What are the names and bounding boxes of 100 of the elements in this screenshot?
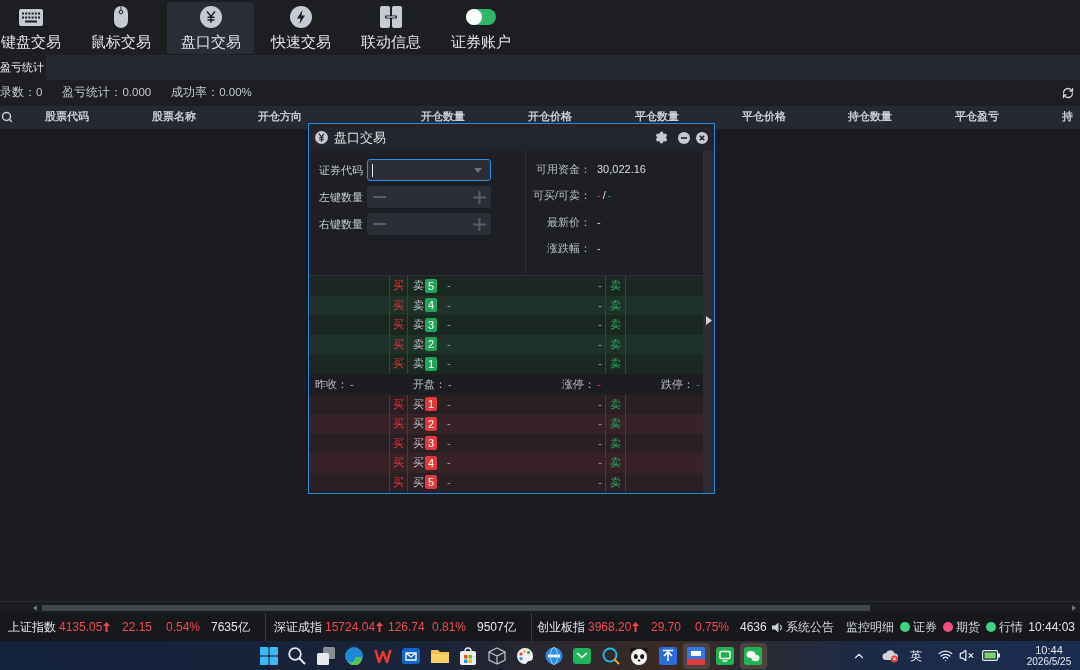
sell-button[interactable]: 卖 xyxy=(610,279,621,293)
chevron-tile-icon xyxy=(573,646,591,665)
buy-button[interactable]: 买 xyxy=(393,417,404,431)
column-header: 开仓价格 xyxy=(527,110,573,123)
account-label: 可买/可卖： xyxy=(532,189,591,203)
sell-button[interactable]: 卖 xyxy=(610,337,621,351)
order-level-badge: 3 xyxy=(425,317,437,332)
buy-button[interactable]: 买 xyxy=(393,357,404,371)
buy-button[interactable]: 买 xyxy=(393,298,404,312)
wifi-icon[interactable] xyxy=(938,648,953,663)
quote-value: - xyxy=(350,377,354,391)
plus-icon xyxy=(472,190,486,204)
buy-button[interactable]: 买 xyxy=(393,456,404,470)
scrollbar-thumb[interactable] xyxy=(42,604,870,611)
column-header: 开仓方向 xyxy=(257,110,303,123)
search-icon[interactable] xyxy=(1,110,13,123)
index-turnover: 7635亿 xyxy=(211,620,251,634)
order-level-badge: 3 xyxy=(425,436,437,451)
minimize-icon[interactable] xyxy=(678,131,690,144)
order-side-label: 买 xyxy=(413,436,424,450)
panda-icon xyxy=(630,646,648,665)
column-header: 开仓数量 xyxy=(420,110,466,123)
order-value: - xyxy=(598,475,602,489)
quote-label: 昨收： xyxy=(315,377,348,391)
minus-icon xyxy=(372,223,386,225)
order-level-badge: 2 xyxy=(425,337,437,352)
sell-button[interactable]: 卖 xyxy=(610,318,621,332)
order-side-label: 买 xyxy=(413,456,424,470)
field-label: 证券代码 xyxy=(319,163,364,177)
input-method-indicator[interactable]: 英 xyxy=(910,646,922,665)
settings-icon[interactable] xyxy=(655,131,668,144)
left-arrow-icon[interactable] xyxy=(33,604,37,611)
order-value: - xyxy=(447,357,451,371)
battery-icon[interactable] xyxy=(982,650,1000,661)
dialog-title: 盘口交易 xyxy=(334,128,386,147)
vertical-scrollbar[interactable] xyxy=(703,151,714,493)
plus-icon xyxy=(472,217,486,231)
buy-button[interactable]: 买 xyxy=(393,436,404,450)
horizontal-scrollbar[interactable] xyxy=(0,601,1080,613)
order-value: - xyxy=(447,337,451,351)
right-arrow-icon[interactable] xyxy=(1072,604,1076,611)
envelope-tile-icon xyxy=(402,646,420,665)
taskbar-app-button[interactable] xyxy=(682,642,710,669)
yen-icon xyxy=(199,6,222,28)
sell-button[interactable]: 卖 xyxy=(610,456,621,470)
order-level-badge: 2 xyxy=(425,416,437,431)
taskbar-date: 2026/5/25 xyxy=(1026,655,1072,668)
order-side-label: 卖 xyxy=(413,318,424,332)
cloud-x-icon[interactable] xyxy=(882,648,899,663)
sell-button[interactable]: 卖 xyxy=(610,397,621,411)
toolbar-tab[interactable]: 鼠标交易 xyxy=(77,2,164,54)
notice-link[interactable]: 系统公告 xyxy=(785,620,834,634)
quote-value: - xyxy=(696,377,700,391)
index-value: 4135.05 xyxy=(59,620,103,634)
order-value: - xyxy=(598,318,602,332)
index-value: 3968.20 xyxy=(588,620,632,634)
column-header: 持仓数量 xyxy=(847,110,893,123)
buy-button[interactable]: 买 xyxy=(393,279,404,293)
toolbar-tab[interactable]: 键盘交易 xyxy=(0,2,74,54)
toolbar-tab[interactable]: 盘口交易 xyxy=(167,2,254,54)
status-clock: 10:44:03 xyxy=(1028,620,1076,634)
close-icon[interactable] xyxy=(696,131,708,144)
summary-stat: 成功率：0.00% xyxy=(171,85,252,101)
tab[interactable]: 盈亏统计 xyxy=(0,55,46,80)
order-value: - xyxy=(598,436,602,450)
buy-button[interactable]: 买 xyxy=(393,337,404,351)
order-level-badge: 1 xyxy=(425,397,437,412)
linked-panels-icon xyxy=(379,6,402,28)
lightning-icon xyxy=(289,6,312,28)
right-triangle-icon[interactable] xyxy=(705,316,712,325)
sell-button[interactable]: 卖 xyxy=(610,298,621,312)
sell-button[interactable]: 卖 xyxy=(610,475,621,489)
buy-button[interactable]: 买 xyxy=(393,475,404,489)
sell-button[interactable]: 卖 xyxy=(610,357,621,371)
keyboard-icon xyxy=(18,8,43,26)
buy-button[interactable]: 买 xyxy=(393,318,404,332)
column-header: 股票名称 xyxy=(151,110,197,123)
order-value: - xyxy=(447,318,451,332)
index-change: 29.70 xyxy=(651,620,683,634)
sellable-value: - xyxy=(607,189,612,203)
security-code-combobox[interactable] xyxy=(367,159,491,181)
refresh-icon[interactable] xyxy=(1062,87,1074,99)
monitor-link[interactable]: 监控明细 xyxy=(845,620,894,634)
up-arrow-icon xyxy=(632,622,640,632)
sell-button[interactable]: 卖 xyxy=(610,436,621,450)
toolbar-tab[interactable]: 联动信息 xyxy=(347,2,434,54)
buy-button[interactable]: 买 xyxy=(393,397,404,411)
order-value: - xyxy=(598,456,602,470)
taskbar-app-button[interactable] xyxy=(739,642,767,669)
order-value: - xyxy=(447,397,451,411)
speaker-muted-icon[interactable] xyxy=(959,648,974,663)
toolbar-tab[interactable]: 证券账户 xyxy=(437,2,524,54)
toolbar-tab[interactable]: 快速交易 xyxy=(257,2,344,54)
field-label: 左键数量 xyxy=(319,190,364,204)
account-value: 30,022.16 xyxy=(597,162,646,176)
index-percent: 0.81% xyxy=(432,620,468,634)
index-turnover: 9507亿 xyxy=(477,620,517,634)
upload-tile-icon xyxy=(658,646,677,665)
chat-bubbles-icon xyxy=(744,646,762,665)
sell-button[interactable]: 卖 xyxy=(610,417,621,431)
